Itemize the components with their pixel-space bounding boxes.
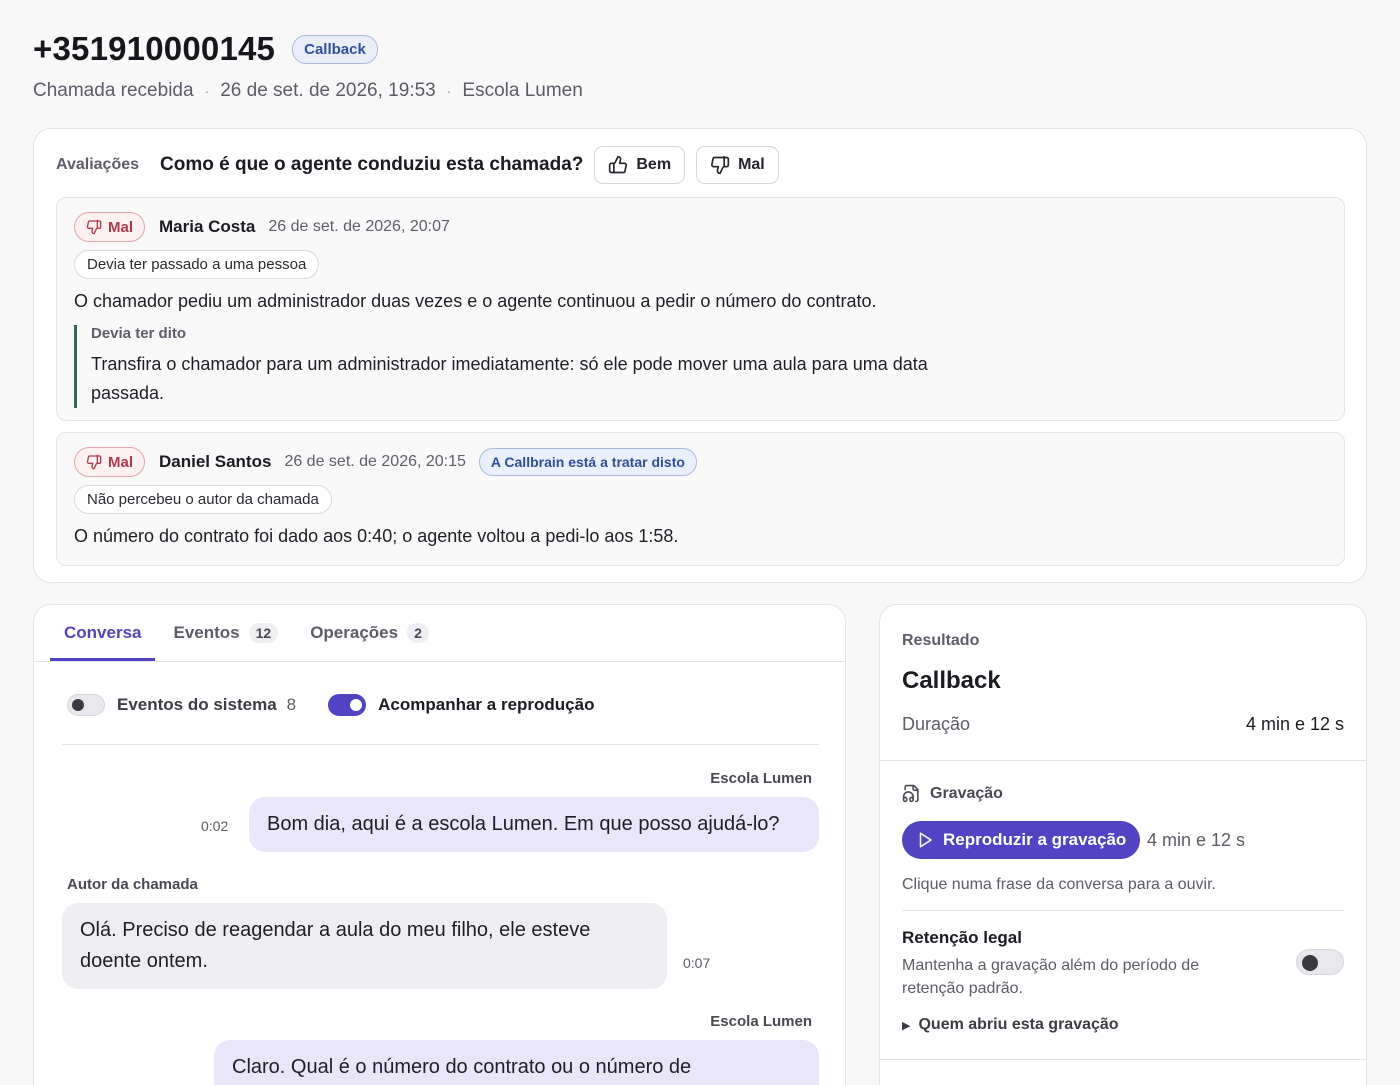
review-date: 26 de set. de 2026, 20:07 — [268, 218, 450, 235]
tab-conversa[interactable]: Conversa — [50, 605, 156, 661]
should-have-said-text: Transfira o chamador para um administrad… — [91, 354, 928, 403]
legal-retention-toggle[interactable] — [1296, 949, 1344, 975]
tab-label: Conversa — [64, 623, 142, 642]
thumbs-down-icon — [711, 155, 730, 175]
result-card: Resultado Callback Duração 4 min e 12 s … — [879, 604, 1367, 1085]
retention-description: Mantenha a gravação além do período de r… — [902, 957, 1200, 997]
tab-label: Eventos — [173, 623, 240, 642]
follow-playback-toggle[interactable] — [328, 694, 367, 716]
should-have-said-label: Devia ter dito — [91, 325, 187, 342]
thumbs-up-icon — [609, 155, 628, 174]
opened-by-label: Quem abriu esta gravação — [918, 1016, 1119, 1033]
verdict-label: Mal — [108, 218, 134, 236]
triangle-right-icon: ▶ — [902, 1019, 911, 1032]
evaluations-label: Avaliações — [56, 156, 140, 173]
review-date: 26 de set. de 2026, 20:15 — [284, 453, 466, 470]
verdict-badge: Mal — [74, 212, 146, 242]
call-datetime: 26 de set. de 2026, 19:53 — [220, 80, 436, 101]
tab-divider — [34, 661, 845, 662]
result-label: Resultado — [902, 632, 980, 649]
evaluations-header: Avaliações Como é que o agente conduziu … — [56, 146, 790, 184]
review-tag: Devia ter passado a uma pessoa — [74, 250, 320, 279]
divider — [902, 910, 1344, 911]
tab-count: 12 — [248, 623, 279, 643]
divider — [880, 760, 1366, 761]
tab-count: 2 — [407, 623, 429, 643]
result-value: Callback — [902, 667, 1001, 694]
review-comment: O número do contrato foi dado aos 0:40; … — [74, 526, 679, 546]
message-timestamp[interactable]: 0:07 — [683, 955, 710, 971]
should-have-said: Devia ter dito Transfira o chamador para… — [74, 325, 934, 408]
recording-hint: Clique numa frase da conversa para a ouv… — [902, 876, 1216, 893]
tab-label: Operações — [310, 623, 399, 642]
recording-duration: 4 min e 12 s — [1147, 830, 1246, 850]
duration-row: Duração 4 min e 12 s — [902, 714, 1344, 735]
duration-value: 4 min e 12 s — [1245, 714, 1344, 734]
call-type: Chamada recebida — [33, 80, 194, 101]
retention-title: Retenção legal — [902, 928, 1022, 947]
message-speaker: Escola Lumen — [710, 770, 812, 787]
audio-file-icon — [902, 784, 919, 803]
conversation-tabs: Conversa Eventos 12 Operações 2 — [50, 605, 447, 661]
thumbs-up-button[interactable]: Bem — [594, 146, 686, 184]
review-comment: O chamador pediu um administrador duas v… — [74, 291, 877, 311]
conversation-card: Conversa Eventos 12 Operações 2 Eventos … — [33, 604, 846, 1085]
review-header: Mal Maria Costa 26 de set. de 2026, 20:0… — [74, 212, 463, 242]
meta-separator: · — [446, 83, 452, 99]
review-item: Mal Maria Costa 26 de set. de 2026, 20:0… — [56, 197, 1345, 421]
verdict-badge: Mal — [74, 447, 146, 477]
duration-label: Duração — [902, 714, 971, 734]
review-item: Mal Daniel Santos 26 de set. de 2026, 20… — [56, 432, 1345, 566]
message-bubble[interactable]: Olá. Preciso de reagendar a aula do meu … — [62, 903, 667, 989]
opened-by-disclosure[interactable]: ▶ Quem abriu esta gravação — [902, 1016, 1119, 1034]
message-bubble[interactable]: Bom dia, aqui é a escola Lumen. Em que p… — [249, 797, 819, 852]
message-bubble[interactable]: Claro. Qual é o número do contrato ou o … — [214, 1040, 819, 1085]
reviewer-name: Maria Costa — [159, 217, 256, 236]
review-tag: Não percebeu o autor da chamada — [74, 485, 332, 514]
recording-header: Gravação — [902, 784, 1003, 803]
page-title: +351910000145 — [33, 30, 276, 67]
call-meta: Chamada recebida · 26 de set. de 2026, 1… — [33, 80, 583, 102]
handling-status-badge: A Callbrain está a tratar disto — [478, 448, 697, 476]
system-events-label: Eventos do sistema — [117, 695, 277, 714]
call-organization: Escola Lumen — [462, 80, 583, 101]
review-header: Mal Daniel Santos 26 de set. de 2026, 20… — [74, 447, 697, 477]
system-events-count: 8 — [286, 695, 297, 714]
divider — [62, 744, 819, 745]
thumbs-down-icon — [86, 219, 102, 235]
reviewer-name: Daniel Santos — [159, 452, 272, 471]
thumbs-down-label: Mal — [738, 156, 765, 173]
tab-operacoes[interactable]: Operações 2 — [296, 605, 443, 661]
conversation-toggles: Eventos do sistema 8 Acompanhar a reprod… — [67, 694, 594, 716]
tab-eventos[interactable]: Eventos 12 — [159, 605, 292, 661]
meta-separator: · — [204, 83, 210, 99]
play-icon — [919, 832, 932, 848]
thumbs-down-button[interactable]: Mal — [696, 146, 779, 184]
recording-label: Gravação — [930, 784, 1003, 802]
system-events-toggle[interactable] — [67, 694, 105, 716]
follow-playback-label: Acompanhar a reprodução — [378, 695, 595, 714]
play-recording-label: Reproduzir a gravação — [943, 830, 1127, 849]
message-timestamp[interactable]: 0:02 — [201, 818, 228, 834]
thumbs-down-icon — [86, 454, 102, 470]
divider — [880, 1059, 1366, 1060]
status-badge: Callback — [292, 34, 378, 64]
thumbs-up-label: Bem — [636, 156, 672, 173]
call-header: +351910000145 Callback Chamada recebida … — [33, 30, 583, 102]
evaluations-card: Avaliações Como é que o agente conduziu … — [33, 128, 1367, 583]
verdict-label: Mal — [108, 453, 134, 471]
message-speaker: Autor da chamada — [67, 876, 198, 893]
play-recording-button[interactable]: Reproduzir a gravação — [902, 821, 1141, 859]
message-speaker: Escola Lumen — [710, 1013, 812, 1030]
evaluation-question: Como é que o agente conduziu esta chamad… — [160, 154, 584, 175]
